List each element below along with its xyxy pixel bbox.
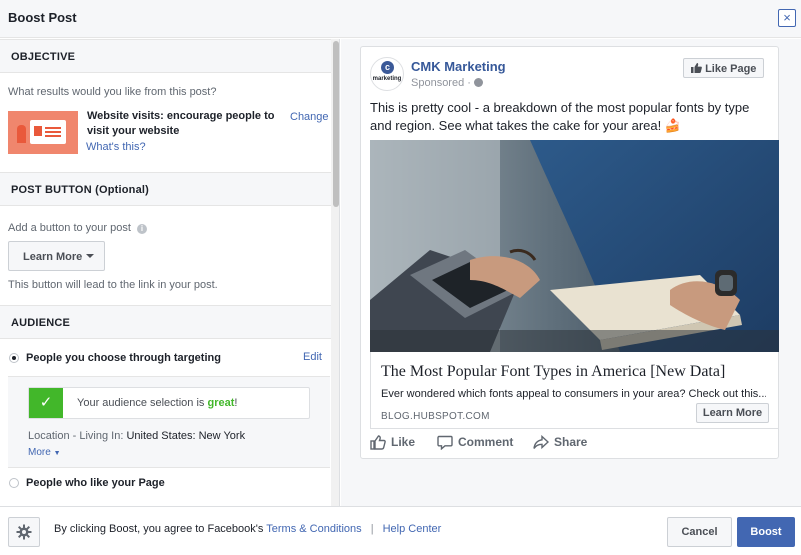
objective-illustration (8, 111, 78, 154)
share-action[interactable]: Share (533, 434, 587, 450)
preview-panel: c marketing CMK Marketing Sponsored · Li… (341, 39, 801, 506)
audience-targeting-radio[interactable] (9, 353, 19, 363)
dialog-title: Boost Post (8, 10, 77, 25)
objective-question: What results would you like from this po… (8, 86, 217, 98)
separator: | (370, 523, 374, 535)
dialog-header: Boost Post × (0, 0, 801, 38)
post-button-dropdown[interactable]: Learn More (8, 241, 105, 271)
scrollbar-thumb[interactable] (333, 41, 339, 207)
info-icon[interactable]: i (136, 224, 147, 234)
link-domain: BLOG.HUBSPOT.COM (381, 411, 490, 422)
thumbs-up-icon (370, 435, 386, 450)
change-objective-link[interactable]: Change (290, 111, 329, 123)
person-icon (17, 125, 26, 143)
globe-icon (474, 78, 483, 87)
audience-location: Location - Living In: United States: New… (28, 430, 245, 442)
post-button-hint: This button will lead to the link in you… (8, 279, 218, 291)
chevron-down-icon (86, 254, 95, 258)
objective-section-header: OBJECTIVE (0, 39, 331, 73)
cancel-button[interactable]: Cancel (667, 517, 732, 547)
link-description: Ever wondered which fonts appeal to cons… (381, 388, 766, 400)
audience-targeting-label[interactable]: People you choose through targeting (26, 352, 221, 364)
location-label: Location - Living In: (28, 430, 124, 442)
website-icon (30, 120, 66, 144)
location-value: United States: New York (126, 430, 246, 442)
thumbs-up-icon (691, 63, 702, 73)
post-image[interactable] (370, 140, 779, 352)
help-center-link[interactable]: Help Center (383, 523, 442, 535)
post-button-heading: POST BUTTON (Optional) (11, 184, 150, 196)
link-title[interactable]: The Most Popular Font Types in America [… (381, 363, 725, 381)
comment-icon (437, 435, 453, 451)
comment-action[interactable]: Comment (437, 435, 513, 451)
objective-heading: OBJECTIVE (11, 51, 76, 63)
audience-status-banner: ✓ Your audience selection is great! (28, 387, 310, 419)
audience-status-message: Your audience selection is great! (77, 397, 238, 409)
post-preview-card: c marketing CMK Marketing Sponsored · Li… (360, 46, 779, 459)
boost-button[interactable]: Boost (737, 517, 795, 547)
page-name[interactable]: CMK Marketing (411, 59, 506, 74)
avatar-text: marketing (372, 76, 402, 82)
share-icon (533, 434, 550, 450)
chevron-down-icon: ▼ (53, 450, 61, 457)
post-button-selected: Learn More (23, 251, 83, 263)
learn-more-button[interactable]: Learn More (696, 403, 769, 423)
more-audience-link[interactable]: More ▼ (28, 447, 61, 458)
whats-this-link[interactable]: What's this? (86, 141, 146, 153)
person-reading-photo (370, 140, 779, 352)
terms-link[interactable]: Terms & Conditions (266, 523, 361, 535)
edit-audience-link[interactable]: Edit (303, 351, 322, 363)
objective-selection-line1: Website visits: encourage people to (87, 110, 275, 122)
audience-heading: AUDIENCE (11, 317, 71, 329)
boost-agreement: By clicking Boost, you agree to Facebook… (54, 523, 441, 535)
audience-section-header: AUDIENCE (0, 305, 331, 339)
settings-button[interactable] (8, 517, 40, 547)
post-button-prompt-text: Add a button to your post (8, 222, 131, 234)
avatar-letter: c (381, 61, 394, 74)
post-button-prompt: Add a button to your post i (8, 222, 147, 234)
link-preview[interactable]: The Most Popular Font Types in America [… (370, 352, 779, 429)
close-icon[interactable]: × (778, 9, 796, 27)
post-actions: Like Comment Share (370, 434, 770, 455)
like-page-button[interactable]: Like Page (683, 58, 764, 78)
post-text: This is pretty cool - a breakdown of the… (370, 100, 750, 133)
checkmark-icon: ✓ (29, 388, 63, 418)
gear-icon (16, 524, 32, 540)
sponsored-label: Sponsored · (411, 77, 483, 89)
post-button-section-header: POST BUTTON (Optional) (0, 172, 331, 206)
page-avatar[interactable]: c marketing (370, 57, 404, 91)
dialog-footer: By clicking Boost, you agree to Facebook… (0, 506, 801, 555)
settings-panel: OBJECTIVE What results would you like fr… (0, 39, 340, 506)
like-action[interactable]: Like (370, 435, 415, 450)
audience-page-likes-label[interactable]: People who like your Page (26, 477, 165, 489)
audience-page-likes-radio[interactable] (9, 478, 19, 488)
audience-details: ✓ Your audience selection is great! Loca… (8, 376, 330, 468)
agreement-text: By clicking Boost, you agree to Facebook… (54, 523, 264, 535)
objective-selection-line2: visit your website (87, 125, 180, 137)
